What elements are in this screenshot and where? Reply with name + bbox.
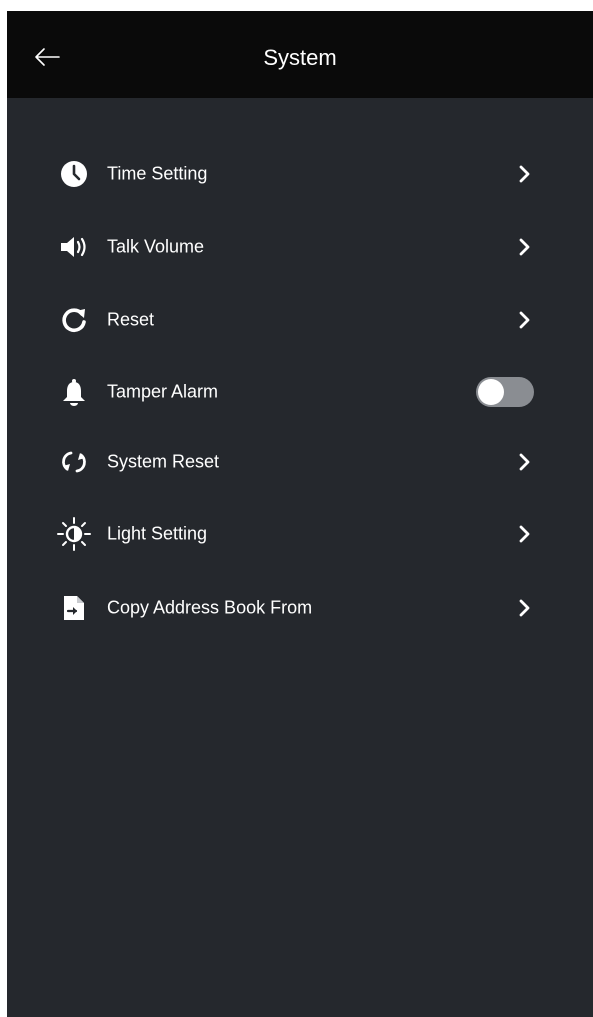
menu-item-copy-address-book[interactable]: Copy Address Book From [7,572,593,644]
menu-item-label: Talk Volume [107,236,205,257]
menu-item-label: Tamper Alarm [107,381,219,402]
toggle-knob [478,379,504,405]
speaker-icon [56,229,92,265]
chevron-right-icon [519,238,530,256]
app-screen: System Time Setting Talk Volume Reset Ta… [7,11,593,1017]
menu-item-label: System Reset [107,451,220,472]
menu-item-label: Light Setting [107,523,208,544]
sync-icon [56,444,92,480]
clock-icon [56,156,92,192]
refresh-icon [56,302,92,338]
menu-item-light-setting[interactable]: Light Setting [7,498,593,570]
arrow-left-icon [35,48,60,66]
chevron-right-icon [519,599,530,617]
menu-item-tamper-alarm: Tamper Alarm [7,356,593,428]
menu-item-time-setting[interactable]: Time Setting [7,138,593,210]
menu-item-label: Copy Address Book From [107,597,313,618]
header-bar [7,11,593,98]
menu-item-reset[interactable]: Reset [7,284,593,356]
chevron-right-icon [519,311,530,329]
tamper-alarm-toggle[interactable] [476,377,534,407]
chevron-right-icon [519,453,530,471]
chevron-right-icon [519,165,530,183]
menu-item-label: Reset [107,309,155,330]
sun-icon [56,516,92,552]
chevron-right-icon [519,525,530,543]
menu-item-system-reset[interactable]: System Reset [7,426,593,498]
back-button[interactable] [27,37,67,77]
bell-icon [56,374,92,410]
menu-item-talk-volume[interactable]: Talk Volume [7,211,593,283]
file-import-icon [56,590,92,626]
menu-item-label: Time Setting [107,163,208,184]
